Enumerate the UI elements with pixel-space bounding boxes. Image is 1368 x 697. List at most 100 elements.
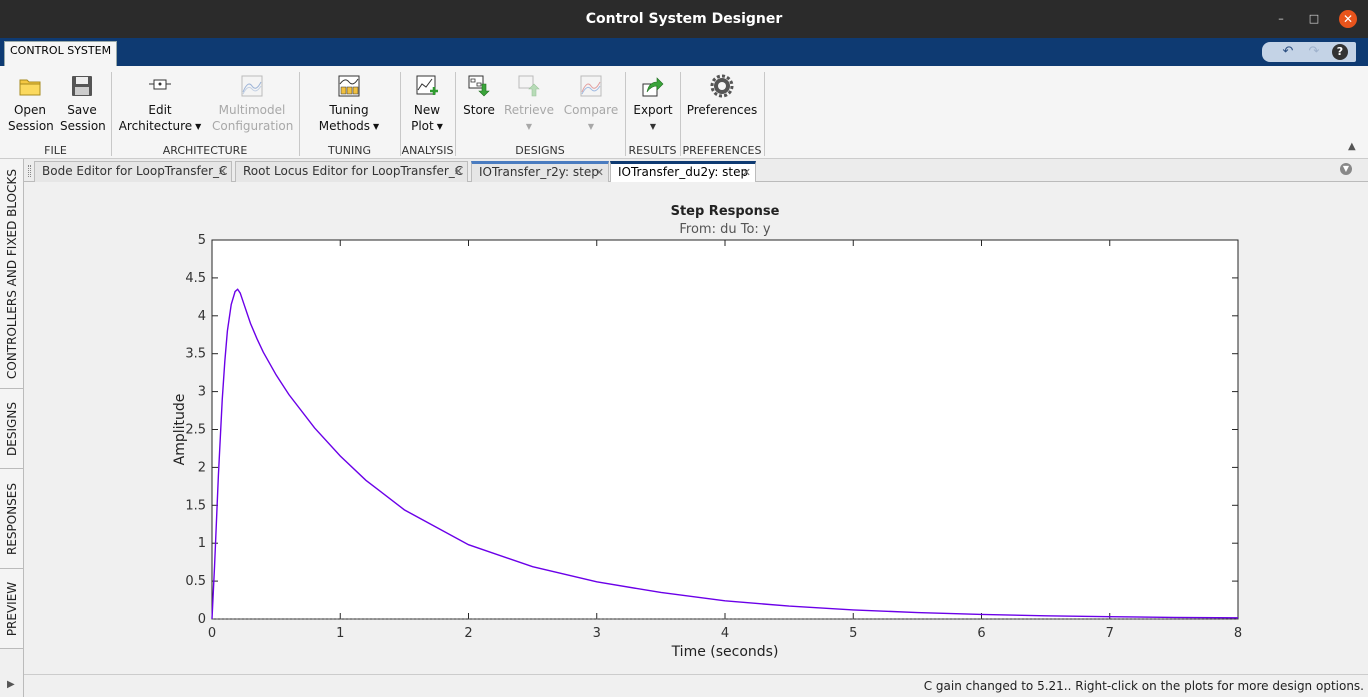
plot-axes-box[interactable] xyxy=(211,239,1239,620)
window-title: Control System Designer xyxy=(585,11,783,27)
title-bar: Control System Designer – □ ✕ xyxy=(0,0,1368,38)
save-session-label-2: Session xyxy=(60,119,106,133)
edit-architecture-button[interactable]: Edit Architecture ▼ xyxy=(116,74,204,135)
close-button[interactable]: ✕ xyxy=(1339,10,1357,28)
y-tick-label: 0.5 xyxy=(185,574,206,589)
step-response-chart[interactable]: 0 1 2 3 4 5 6 7 8 0 0.5 1 1.5 2 2.5 3 3.5 4 4.5 5 Step Resp… xyxy=(24,182,1368,674)
help-icon[interactable]: ? xyxy=(1332,44,1348,60)
gear-icon xyxy=(710,74,734,98)
compare-button[interactable]: Compare ▼ xyxy=(563,74,619,135)
y-tick-label: 0 xyxy=(198,612,206,627)
y-tick-label: 1 xyxy=(198,536,206,551)
x-tick-label: 4 xyxy=(721,626,729,641)
group-label-results: RESULTS xyxy=(628,144,677,157)
document-menu-icon[interactable]: ▼ xyxy=(1340,163,1352,175)
x-tick-label: 8 xyxy=(1234,626,1242,641)
group-label-analysis: ANALYSIS xyxy=(401,144,454,157)
group-label-file: FILE xyxy=(44,144,67,157)
x-axis-label: Time (seconds) xyxy=(671,644,779,660)
retrieve-icon xyxy=(518,75,540,97)
floppy-disk-icon xyxy=(72,76,92,96)
ribbon-separator xyxy=(764,72,765,156)
block-diagram-icon xyxy=(149,79,171,90)
multimodel-label-2: Configuration xyxy=(212,119,294,133)
tab-iotransfer-du2y-step[interactable]: IOTransfer_du2y: step ✕ xyxy=(610,161,756,183)
x-tick-label: 2 xyxy=(464,626,472,641)
toolstrip-tab-bar: CONTROL SYSTEM ↶ ↷ ? xyxy=(0,38,1368,66)
close-icon[interactable]: ✕ xyxy=(742,164,751,181)
status-message: C gain changed to 5.21.. Right-click on … xyxy=(923,679,1364,693)
vtab-designs[interactable]: DESIGNS xyxy=(0,389,23,469)
retrieve-button[interactable]: Retrieve ▼ xyxy=(504,74,554,135)
export-button[interactable]: Export ▼ xyxy=(630,74,676,135)
export-label: Export xyxy=(633,103,673,117)
y-axis-label: Amplitude xyxy=(172,394,188,466)
multimodel-label-1: Multimodel xyxy=(218,103,286,117)
edit-architecture-label-2: Architecture xyxy=(118,119,193,133)
tab-label: Root Locus Editor for LoopTransfer_C xyxy=(243,164,464,178)
store-label: Store xyxy=(463,103,495,117)
edit-architecture-label-1: Edit xyxy=(148,103,172,117)
compare-icon xyxy=(580,75,602,97)
chart-title: Step Response xyxy=(671,204,780,219)
drag-grip-icon[interactable] xyxy=(28,165,31,177)
group-label-architecture: ARCHITECTURE xyxy=(162,144,248,157)
chevron-down-icon: ▼ xyxy=(587,121,595,131)
y-tick-label: 2.5 xyxy=(185,423,206,438)
close-icon[interactable]: ✕ xyxy=(454,162,463,181)
tuning-methods-button[interactable]: Tuning Methods ▼ xyxy=(310,74,388,135)
left-panel-strip: CONTROLLERS AND FIXED BLOCKS DESIGNS RES… xyxy=(0,159,24,697)
vtab-label: RESPONSES xyxy=(4,482,19,555)
tab-bode-editor[interactable]: Bode Editor for LoopTransfer_C ✕ xyxy=(34,161,232,182)
multimodel-configuration-button[interactable]: Multimodel Configuration xyxy=(212,74,294,134)
y-tick-label: 3.5 xyxy=(185,347,206,362)
tab-root-locus-editor[interactable]: Root Locus Editor for LoopTransfer_C ✕ xyxy=(235,161,468,182)
vtab-controllers-and-fixed-blocks[interactable]: CONTROLLERS AND FIXED BLOCKS xyxy=(0,159,23,389)
new-plot-label-1: New xyxy=(413,103,441,117)
export-icon xyxy=(642,77,664,97)
vtab-preview[interactable]: PREVIEW xyxy=(0,569,23,649)
chevron-down-icon: ▼ xyxy=(436,121,443,131)
vtab-responses[interactable]: RESPONSES xyxy=(0,469,23,569)
close-icon[interactable]: ✕ xyxy=(218,162,227,181)
x-tick-label: 6 xyxy=(977,626,985,641)
save-session-button[interactable]: Save Session xyxy=(60,74,106,134)
chevron-down-icon: ▼ xyxy=(525,121,533,131)
expand-panel-icon[interactable]: ▶ xyxy=(7,679,15,690)
close-icon[interactable]: ✕ xyxy=(595,164,604,181)
store-icon xyxy=(468,75,490,97)
tuning-methods-icon xyxy=(338,75,360,97)
x-tick-label: 5 xyxy=(849,626,857,641)
y-tick-label: 3 xyxy=(198,385,206,400)
store-button[interactable]: Store xyxy=(460,74,498,118)
y-tick-label: 2 xyxy=(198,460,206,475)
minimize-button[interactable]: – xyxy=(1272,10,1290,28)
quick-access-toolbar: ↶ ↷ ? xyxy=(1262,42,1356,62)
vtab-label: PREVIEW xyxy=(4,581,19,636)
maximize-button[interactable]: □ xyxy=(1305,10,1323,28)
tab-label: Bode Editor for LoopTransfer_C xyxy=(42,164,228,178)
group-label-preferences: PREFERENCES xyxy=(682,144,762,157)
undo-icon[interactable]: ↶ xyxy=(1280,44,1296,60)
tab-iotransfer-r2y-step[interactable]: IOTransfer_r2y: step ✕ xyxy=(471,161,609,182)
new-plot-icon xyxy=(416,75,438,95)
redo-icon[interactable]: ↷ xyxy=(1306,44,1322,60)
chevron-down-icon: ▼ xyxy=(195,121,202,131)
multimodel-plot-icon xyxy=(241,75,263,97)
chevron-down-icon: ▼ xyxy=(373,121,380,131)
open-session-button[interactable]: Open Session xyxy=(8,74,54,134)
plot-area[interactable]: 0 1 2 3 4 5 6 7 8 0 0.5 1 1.5 2 2.5 3 3.5 4 4.5 5 Step Resp… xyxy=(24,182,1368,674)
new-plot-button[interactable]: New Plot ▼ xyxy=(404,74,450,135)
tab-control-system[interactable]: CONTROL SYSTEM xyxy=(4,41,118,66)
document-tab-bar: Bode Editor for LoopTransfer_C ✕ Root Lo… xyxy=(24,159,1368,183)
compare-label: Compare xyxy=(563,103,619,117)
y-tick-label: 5 xyxy=(198,233,206,248)
y-tick-label: 4.5 xyxy=(185,271,206,286)
collapse-toolstrip-icon[interactable]: ▲ xyxy=(1348,141,1356,152)
x-tick-label: 1 xyxy=(336,626,344,641)
y-tick-label: 4 xyxy=(198,309,206,324)
x-tick-label: 7 xyxy=(1106,626,1114,641)
open-session-label-2: Session xyxy=(8,119,54,133)
open-session-label-1: Open xyxy=(13,103,47,117)
preferences-button[interactable]: Preferences xyxy=(686,74,758,118)
